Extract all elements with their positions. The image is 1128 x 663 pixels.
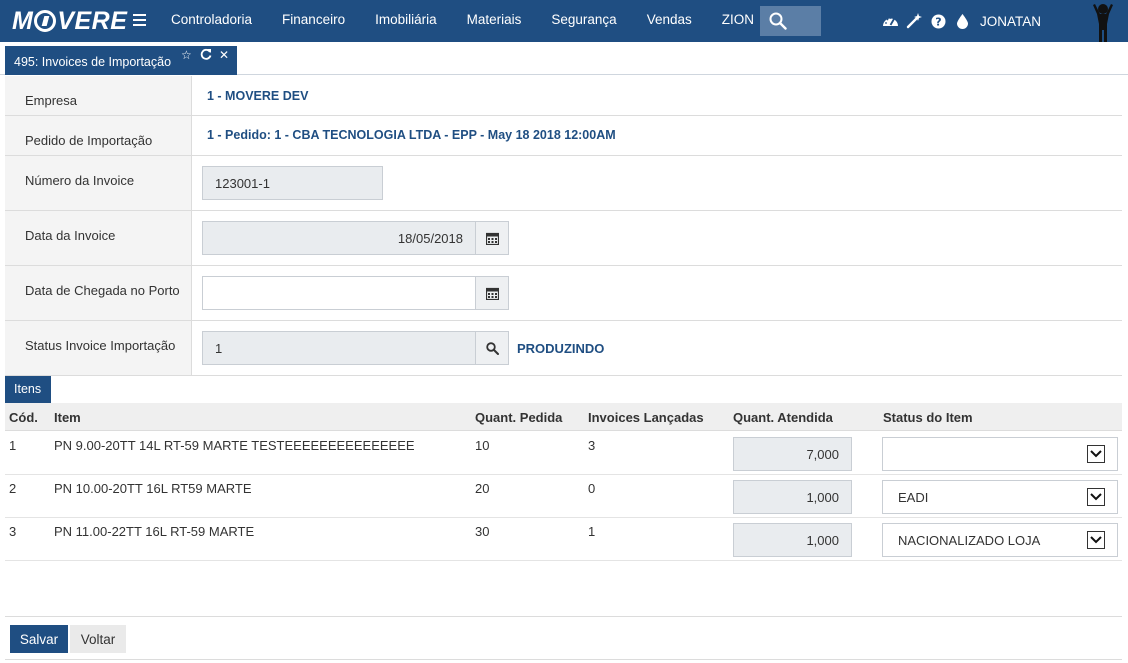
- save-button[interactable]: Salvar: [10, 625, 68, 653]
- row-numero-invoice: Número da Invoice 123001-1: [5, 156, 1123, 211]
- status-item-select[interactable]: NACIONALIZADO LOJA: [882, 523, 1118, 557]
- logo-text-right: VERE: [57, 6, 128, 35]
- cell-quant-pedida: 30: [475, 524, 490, 539]
- header-status-item: Status do Item: [883, 410, 973, 425]
- row-status-invoice: Status Invoice Importação 1 PRODUZINDO: [5, 321, 1123, 376]
- back-button[interactable]: Voltar: [70, 625, 126, 653]
- items-table-header: Cód. Item Quant. Pedida Invoices Lançada…: [5, 403, 1123, 431]
- table-row: 3 PN 11.00-22TT 16L RT-59 MARTE 30 1 1,0…: [5, 518, 1123, 561]
- menu-item-imobiliaria[interactable]: Imobiliária: [360, 0, 452, 42]
- status-item-select[interactable]: EADI: [882, 480, 1118, 514]
- numero-invoice-input[interactable]: 123001-1: [202, 166, 383, 200]
- magic-wand-icon[interactable]: [902, 0, 926, 42]
- cell-quant-pedida: 10: [475, 438, 490, 453]
- user-name[interactable]: JONATAN: [980, 14, 1041, 29]
- menu-item-seguranca[interactable]: Segurança: [536, 0, 631, 42]
- cell-invoices-lancadas: 1: [588, 524, 596, 539]
- label-status-invoice: Status Invoice Importação: [5, 321, 192, 375]
- data-chegada-input[interactable]: [202, 276, 476, 310]
- row-pedido: Pedido de Importação 1 - Pedido: 1 - CBA…: [5, 116, 1123, 156]
- cell-item: PN 10.00-20TT 16L RT59 MARTE: [54, 481, 252, 496]
- invoice-form: Empresa 1 - MOVERE DEV Pedido de Importa…: [5, 76, 1123, 376]
- top-navbar: M VERE Controladoria Financeiro Imobiliá…: [0, 0, 1128, 42]
- header-invoices-lancadas: Invoices Lançadas: [588, 410, 704, 425]
- empresa-value: 1 - MOVERE DEV: [207, 89, 309, 103]
- svg-text:?: ?: [935, 15, 941, 28]
- dashboard-icon[interactable]: [878, 0, 902, 42]
- status-item-value: NACIONALIZADO LOJA: [898, 533, 1041, 548]
- cell-invoices-lancadas: 0: [588, 481, 596, 496]
- label-pedido: Pedido de Importação: [5, 116, 192, 155]
- cell-cod: 1: [9, 438, 17, 453]
- header-quant-atendida: Quant. Atendida: [733, 410, 833, 425]
- table-row: 1 PN 9.00-20TT 14L RT-59 MARTE TESTEEEEE…: [5, 432, 1123, 475]
- label-data-chegada: Data de Chegada no Porto: [5, 266, 192, 320]
- menu-item-materiais[interactable]: Materiais: [452, 0, 537, 42]
- quant-atendida-input[interactable]: 1,000: [733, 523, 852, 557]
- chevron-down-icon: [1087, 445, 1105, 463]
- help-icon[interactable]: ?: [926, 0, 950, 42]
- status-invoice-input[interactable]: 1: [202, 331, 476, 365]
- form-footer: Salvar Voltar: [5, 616, 1123, 660]
- nav-search-button[interactable]: [760, 6, 821, 36]
- chevron-down-icon: [1087, 531, 1105, 549]
- movere-logo[interactable]: M VERE: [12, 6, 127, 36]
- pedido-value: 1 - Pedido: 1 - CBA TECNOLOGIA LTDA - EP…: [207, 128, 616, 142]
- cell-quant-pedida: 20: [475, 481, 490, 496]
- nav-icons: ? JONATAN: [878, 0, 1049, 42]
- label-numero-invoice: Número da Invoice: [5, 156, 192, 210]
- header-cod: Cód.: [9, 410, 38, 425]
- calendar-icon[interactable]: [475, 221, 509, 255]
- star-icon[interactable]: ☆: [181, 48, 192, 62]
- cell-invoices-lancadas: 3: [588, 438, 596, 453]
- status-item-value: EADI: [898, 490, 929, 505]
- data-invoice-input[interactable]: 18/05/2018: [202, 221, 476, 255]
- row-data-chegada: Data de Chegada no Porto: [5, 266, 1123, 321]
- status-description: PRODUZINDO: [517, 341, 605, 356]
- cell-cod: 3: [9, 524, 17, 539]
- cell-item: PN 9.00-20TT 14L RT-59 MARTE TESTEEEEEEE…: [54, 438, 415, 453]
- tab-itens[interactable]: Itens: [5, 376, 51, 403]
- close-icon[interactable]: ✕: [219, 48, 229, 62]
- quant-atendida-input[interactable]: 7,000: [733, 437, 852, 471]
- main-menu: Controladoria Financeiro Imobiliária Mat…: [156, 0, 769, 42]
- row-data-invoice: Data da Invoice 18/05/2018: [5, 211, 1123, 266]
- refresh-icon[interactable]: [200, 48, 212, 63]
- chevron-down-icon: [1087, 488, 1105, 506]
- table-row: 2 PN 10.00-20TT 16L RT59 MARTE 20 0 1,00…: [5, 475, 1123, 518]
- tab-invoices-importacao[interactable]: 495: Invoices de Importação ☆ ✕: [5, 46, 237, 75]
- row-empresa: Empresa 1 - MOVERE DEV: [5, 76, 1123, 116]
- tab-title: 495: Invoices de Importação: [14, 55, 172, 69]
- cell-item: PN 11.00-22TT 16L RT-59 MARTE: [54, 524, 255, 539]
- header-item: Item: [54, 410, 81, 425]
- header-quant-pedida: Quant. Pedida: [475, 410, 563, 425]
- status-item-select[interactable]: [882, 437, 1118, 471]
- logo-text-left: M: [12, 6, 34, 35]
- hamburger-menu-icon[interactable]: [133, 14, 146, 26]
- logo-o-mark: [34, 10, 57, 32]
- tab-bar: 495: Invoices de Importação ☆ ✕: [0, 42, 1128, 75]
- label-empresa: Empresa: [5, 76, 192, 115]
- calendar-icon[interactable]: [475, 276, 509, 310]
- user-avatar-icon[interactable]: [1090, 2, 1116, 42]
- search-icon: [769, 12, 787, 30]
- quant-atendida-input[interactable]: 1,000: [733, 480, 852, 514]
- right-edge: [1122, 75, 1128, 663]
- menu-item-financeiro[interactable]: Financeiro: [267, 0, 360, 42]
- search-icon[interactable]: [475, 331, 509, 365]
- cell-cod: 2: [9, 481, 17, 496]
- menu-item-vendas[interactable]: Vendas: [632, 0, 707, 42]
- menu-item-controladoria[interactable]: Controladoria: [156, 0, 267, 42]
- drop-icon[interactable]: [950, 0, 974, 42]
- label-data-invoice: Data da Invoice: [5, 211, 192, 265]
